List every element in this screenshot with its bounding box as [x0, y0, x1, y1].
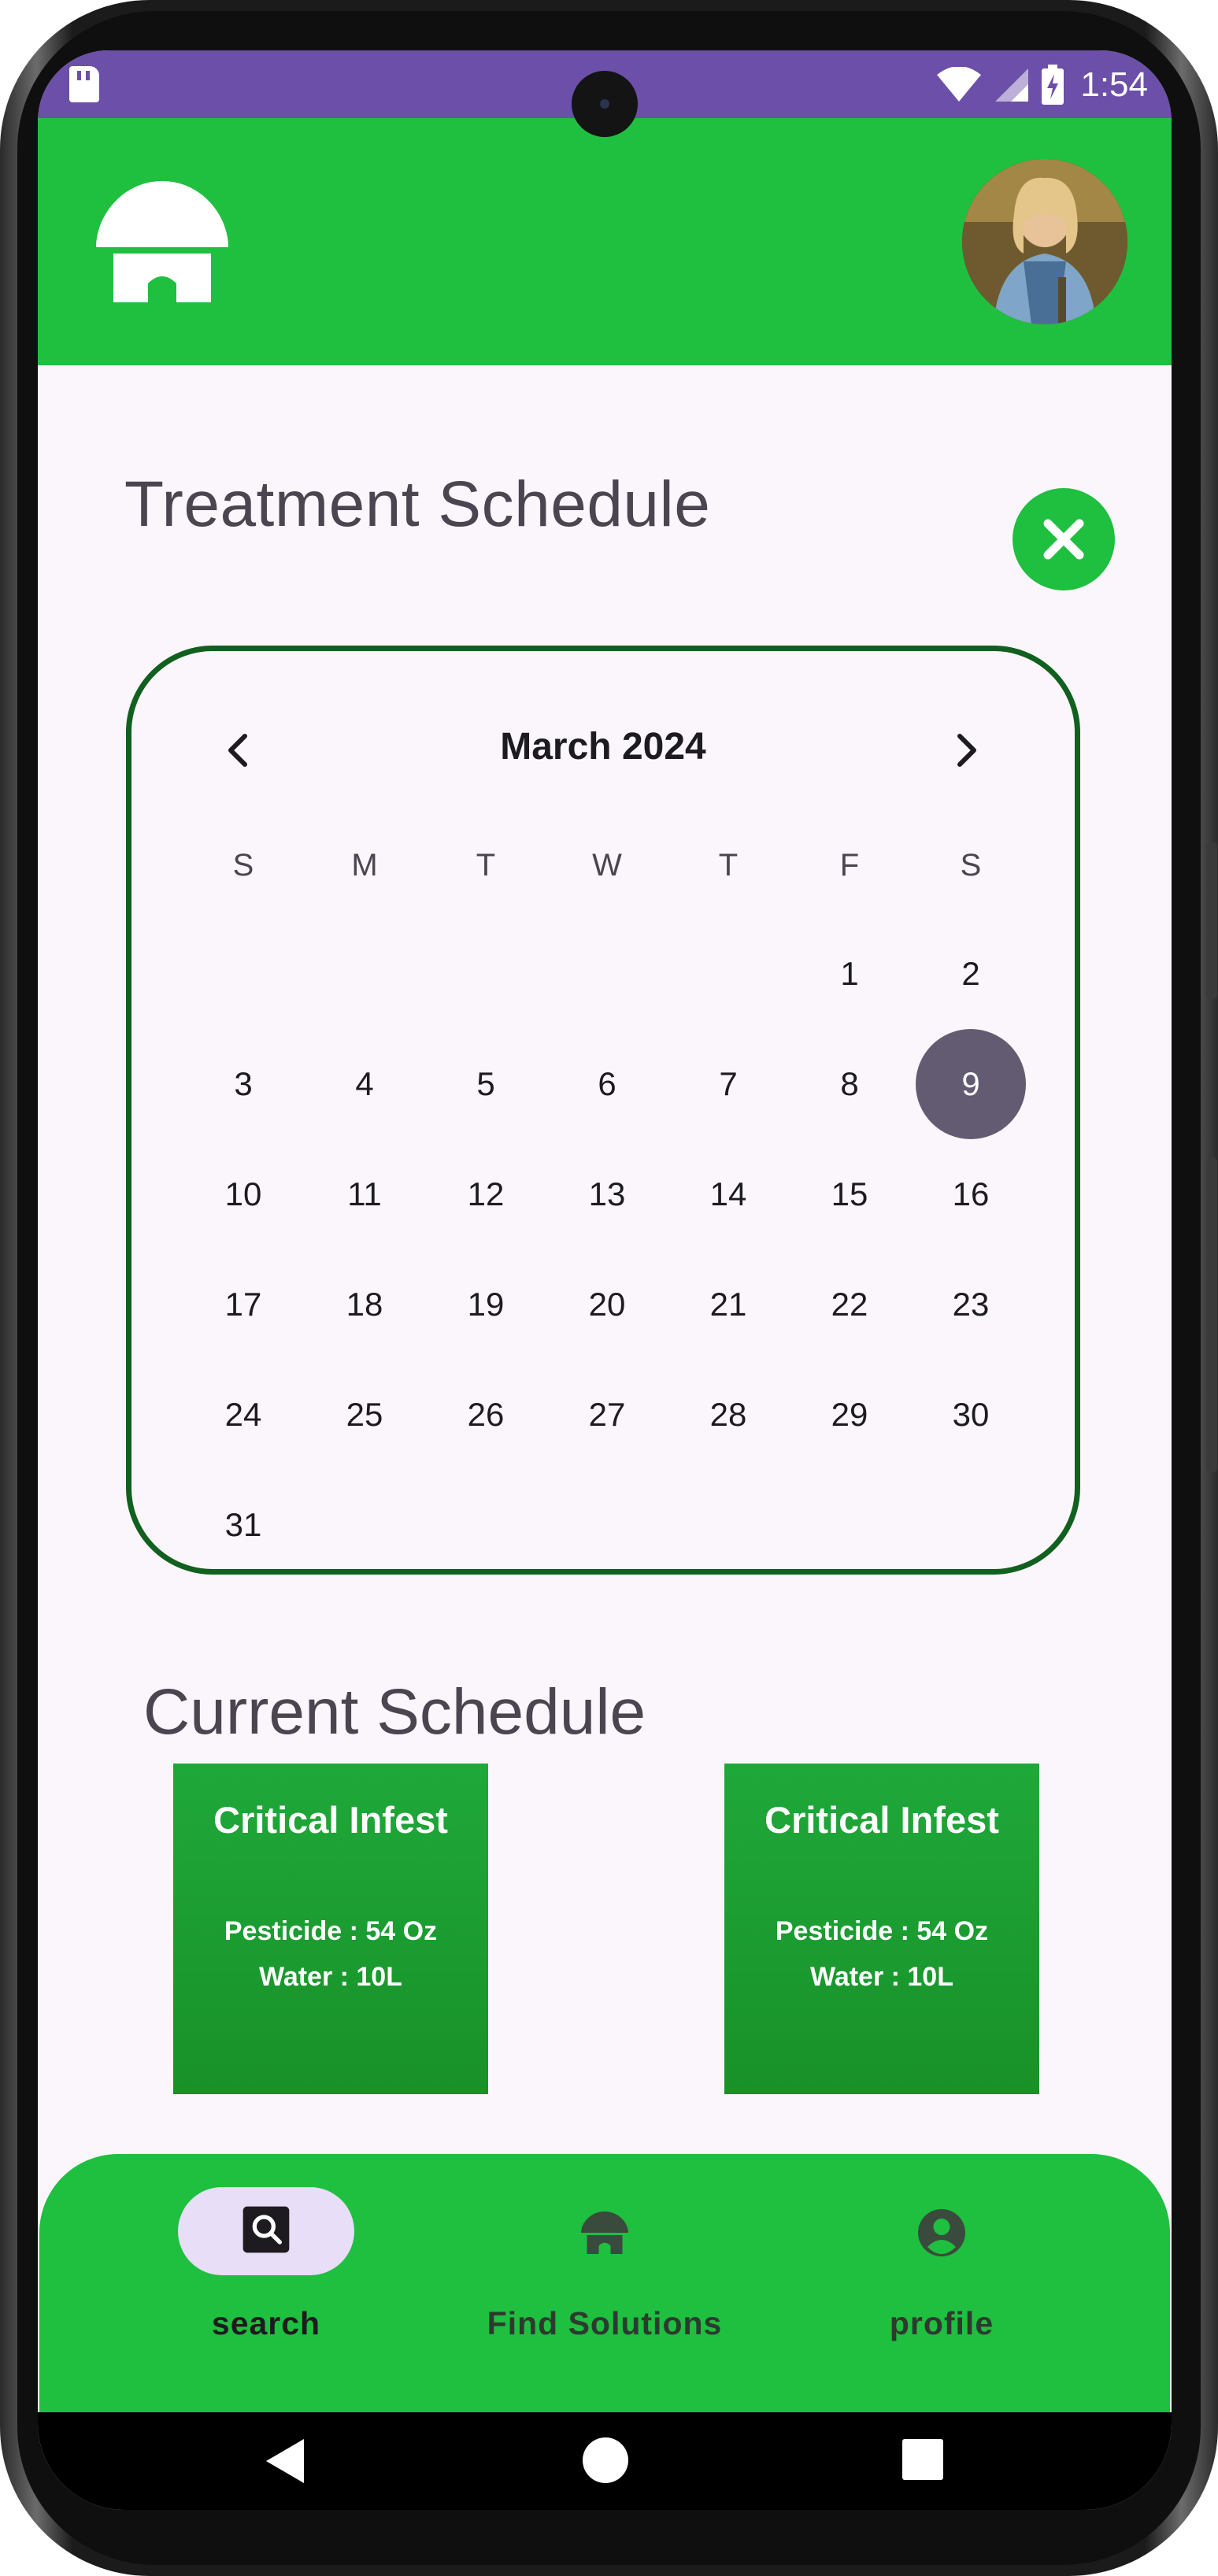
nav-item-profile[interactable]: profile [816, 2186, 1068, 2359]
power-button [1206, 1157, 1217, 1472]
calendar-day[interactable]: 1 [794, 919, 905, 1029]
calendar-day[interactable]: 5 [431, 1029, 541, 1139]
calendar-day[interactable]: 7 [673, 1029, 783, 1139]
calendar-day[interactable]: 16 [916, 1139, 1026, 1249]
app-bar [38, 118, 1172, 365]
signal-icon [994, 67, 1030, 103]
schedule-card[interactable]: Critical Infest Pesticide : 54 Oz Water … [724, 1764, 1039, 2094]
calendar-day[interactable]: 4 [309, 1029, 420, 1139]
calendar-day[interactable]: 23 [916, 1249, 1026, 1360]
back-icon[interactable] [261, 2436, 309, 2486]
calendar-day[interactable]: 27 [552, 1360, 662, 1470]
calendar-day[interactable]: 24 [188, 1360, 298, 1470]
current-schedule-title: Current Schedule [143, 1676, 646, 1748]
screen: 1:54 Treatment Schedule March 2024 S M T… [38, 50, 1172, 2510]
weekday-label: S [232, 848, 254, 883]
calendar-day-selected[interactable]: 9 [916, 1029, 1026, 1139]
calendar-day[interactable]: 14 [673, 1139, 783, 1249]
calendar-day[interactable]: 30 [916, 1360, 1026, 1470]
calendar-day[interactable]: 18 [309, 1249, 420, 1360]
card-water: Water : 10L [258, 1962, 402, 1992]
user-avatar[interactable] [962, 159, 1127, 324]
calendar-day[interactable]: 8 [794, 1029, 905, 1139]
status-time: 1:54 [1080, 65, 1148, 104]
sd-card-icon [69, 66, 99, 102]
weekday-label: S [960, 848, 982, 883]
status-icons: 1:54 [935, 61, 1148, 109]
volume-button [1206, 842, 1217, 1000]
recents-icon[interactable] [901, 2437, 945, 2482]
calendar-day[interactable]: 2 [916, 919, 1026, 1029]
weekday-label: T [476, 848, 496, 883]
calendar-day[interactable]: 21 [673, 1249, 783, 1360]
card-pesticide: Pesticide : 54 Oz [224, 1916, 438, 1946]
card-title: Critical Infest [764, 1799, 999, 1841]
wifi-icon [935, 67, 983, 103]
bottom-navigation: search Find Solutions profile [39, 2154, 1170, 2414]
front-camera [572, 71, 638, 137]
account-circle-icon [918, 2209, 965, 2256]
calendar-day[interactable]: 6 [552, 1029, 662, 1139]
calendar-day[interactable]: 10 [188, 1139, 298, 1249]
weekday-label: M [351, 848, 378, 883]
battery-charging-icon [1041, 65, 1064, 105]
calendar-day[interactable]: 28 [673, 1360, 783, 1470]
nav-label-search: search [211, 2305, 321, 2341]
calendar-day[interactable]: 15 [794, 1139, 905, 1249]
weekday-label: F [839, 848, 860, 883]
nav-label-profile: profile [889, 2305, 994, 2341]
calendar-day[interactable]: 25 [309, 1360, 420, 1470]
system-navigation-bar [38, 2412, 1172, 2510]
calendar-day[interactable]: 20 [552, 1249, 662, 1360]
card-pesticide: Pesticide : 54 Oz [775, 1916, 989, 1946]
calendar-day[interactable]: 19 [431, 1249, 541, 1360]
weekday-label: W [592, 848, 622, 883]
calendar-day[interactable]: 22 [794, 1249, 905, 1360]
calendar-day[interactable]: 26 [431, 1360, 541, 1470]
calendar-day[interactable]: 3 [188, 1029, 298, 1139]
weekday-label: T [718, 848, 739, 883]
calendar-month-label: March 2024 [500, 726, 706, 768]
calendar-day[interactable]: 12 [431, 1139, 541, 1249]
house-icon [581, 2211, 628, 2254]
next-month-button[interactable] [942, 727, 990, 774]
nav-item-search[interactable]: search [140, 2186, 392, 2359]
nav-label-find-solutions: Find Solutions [487, 2305, 723, 2341]
nav-item-find-solutions[interactable]: Find Solutions [479, 2186, 731, 2359]
calendar-day[interactable]: 13 [552, 1139, 662, 1249]
close-button[interactable] [1013, 488, 1115, 590]
card-water: Water : 10L [809, 1962, 953, 1992]
calendar-day[interactable]: 11 [309, 1139, 420, 1249]
schedule-card[interactable]: Critical Infest Pesticide : 54 Oz Water … [173, 1764, 488, 2094]
card-title: Critical Infest [213, 1799, 448, 1841]
home-logo-icon[interactable] [91, 176, 233, 305]
chevron-right-icon [957, 734, 976, 767]
calendar-day[interactable]: 29 [794, 1360, 905, 1470]
calendar-day[interactable]: 31 [188, 1470, 298, 1580]
calendar-day[interactable]: 17 [188, 1249, 298, 1360]
home-icon[interactable] [581, 2436, 630, 2485]
calendar: March 2024 SMTWTFS 1 2 3 4 5 6 7 8 9 10 11 12 13 14 15… [126, 646, 1080, 1575]
close-icon [1043, 519, 1084, 560]
page-title: Treatment Schedule [124, 468, 711, 540]
search-icon [242, 2206, 290, 2253]
